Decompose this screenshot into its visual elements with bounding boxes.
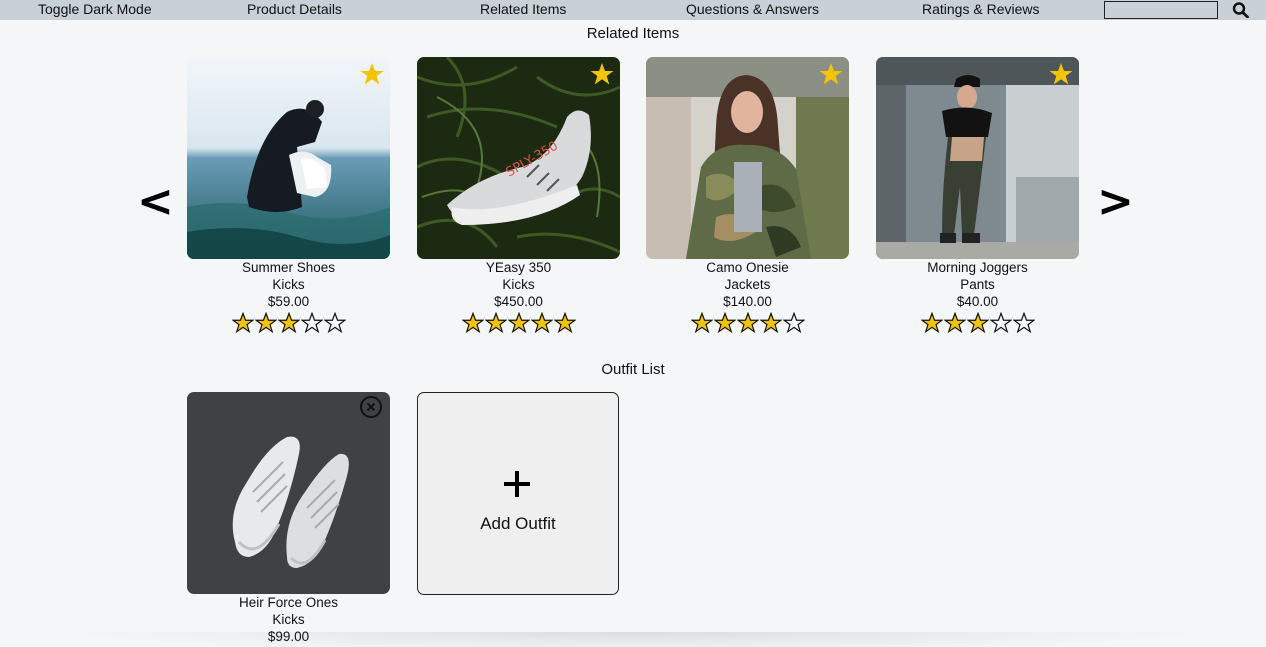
star-rating bbox=[187, 312, 390, 336]
add-outfit-label: Add Outfit bbox=[480, 514, 556, 533]
star-empty-icon bbox=[989, 312, 1012, 334]
star-rating bbox=[646, 312, 849, 336]
search-input[interactable] bbox=[1104, 1, 1218, 19]
product-price: $59.00 bbox=[267, 294, 310, 309]
product-category: Kicks bbox=[502, 277, 535, 292]
nav-related-items[interactable]: Related Items bbox=[480, 1, 566, 17]
carousel-prev-button[interactable]: < bbox=[137, 180, 174, 224]
plus-icon bbox=[502, 469, 532, 499]
favorite-star-button[interactable] bbox=[360, 62, 384, 86]
product-image-camo-onesie bbox=[646, 57, 849, 259]
related-card[interactable]: Summer Shoes Kicks $59.00 bbox=[187, 57, 390, 336]
star-icon bbox=[819, 63, 843, 85]
star-empty-icon bbox=[300, 312, 323, 334]
product-image-morning-joggers bbox=[876, 57, 1079, 259]
star-empty-icon bbox=[1012, 312, 1035, 334]
product-image-heir-force-ones bbox=[187, 392, 390, 594]
related-card[interactable]: Morning Joggers Pants $40.00 bbox=[876, 57, 1079, 336]
star-filled-icon bbox=[254, 312, 277, 334]
star-empty-icon bbox=[323, 312, 346, 334]
star-filled-icon bbox=[231, 312, 254, 334]
product-name: Morning Joggers bbox=[927, 260, 1028, 275]
carousel-next-button[interactable]: > bbox=[1097, 180, 1134, 224]
related-card[interactable]: SPLY-350 YEasy 350 Kicks $450.00 bbox=[417, 57, 620, 336]
star-filled-icon bbox=[966, 312, 989, 334]
nav-questions-answers[interactable]: Questions & Answers bbox=[686, 1, 819, 17]
product-category: Kicks bbox=[272, 612, 305, 627]
product-category: Jackets bbox=[724, 277, 771, 292]
nav-ratings-reviews[interactable]: Ratings & Reviews bbox=[922, 1, 1040, 17]
star-filled-icon bbox=[690, 312, 713, 334]
star-filled-icon bbox=[553, 312, 576, 334]
close-circle-icon bbox=[360, 396, 382, 418]
related-card[interactable]: Camo Onesie Jackets $140.00 bbox=[646, 57, 849, 336]
star-filled-icon bbox=[484, 312, 507, 334]
star-filled-icon bbox=[713, 312, 736, 334]
product-price: $450.00 bbox=[494, 294, 543, 309]
star-filled-icon bbox=[277, 312, 300, 334]
remove-outfit-button[interactable] bbox=[359, 395, 383, 419]
star-filled-icon bbox=[461, 312, 484, 334]
star-filled-icon bbox=[759, 312, 782, 334]
outfit-list-title: Outfit List bbox=[601, 361, 665, 378]
star-filled-icon bbox=[943, 312, 966, 334]
star-icon bbox=[1049, 63, 1073, 85]
star-icon bbox=[360, 63, 384, 85]
favorite-star-button[interactable] bbox=[590, 62, 614, 86]
product-price: $140.00 bbox=[723, 294, 772, 309]
star-filled-icon bbox=[736, 312, 759, 334]
star-filled-icon bbox=[920, 312, 943, 334]
related-items-title: Related Items bbox=[586, 25, 680, 42]
outfit-card[interactable]: Heir Force Ones Kicks $99.00 bbox=[187, 392, 390, 645]
star-rating bbox=[417, 312, 620, 336]
search-button[interactable] bbox=[1232, 2, 1250, 19]
product-name: YEasy 350 bbox=[485, 260, 552, 275]
add-outfit-button[interactable]: Add Outfit bbox=[417, 392, 619, 595]
product-name: Camo Onesie bbox=[706, 260, 789, 275]
product-category: Kicks bbox=[272, 277, 305, 292]
star-filled-icon bbox=[530, 312, 553, 334]
product-image-yeasy-350: SPLY-350 bbox=[417, 57, 620, 259]
star-rating bbox=[876, 312, 1079, 336]
star-filled-icon bbox=[507, 312, 530, 334]
nav-product-details[interactable]: Product Details bbox=[247, 1, 342, 17]
footer-shadow bbox=[60, 632, 1210, 647]
product-name: Summer Shoes bbox=[241, 260, 336, 275]
product-category: Pants bbox=[960, 277, 995, 292]
top-nav: Toggle Dark Mode Product Details Related… bbox=[0, 0, 1266, 20]
star-empty-icon bbox=[782, 312, 805, 334]
favorite-star-button[interactable] bbox=[1049, 62, 1073, 86]
product-name: Heir Force Ones bbox=[238, 595, 339, 610]
favorite-star-button[interactable] bbox=[819, 62, 843, 86]
star-icon bbox=[590, 63, 614, 85]
product-image-summer-shoes bbox=[187, 57, 390, 259]
search-icon bbox=[1232, 2, 1249, 19]
product-price: $40.00 bbox=[956, 294, 999, 309]
toggle-dark-mode-button[interactable]: Toggle Dark Mode bbox=[38, 1, 152, 17]
